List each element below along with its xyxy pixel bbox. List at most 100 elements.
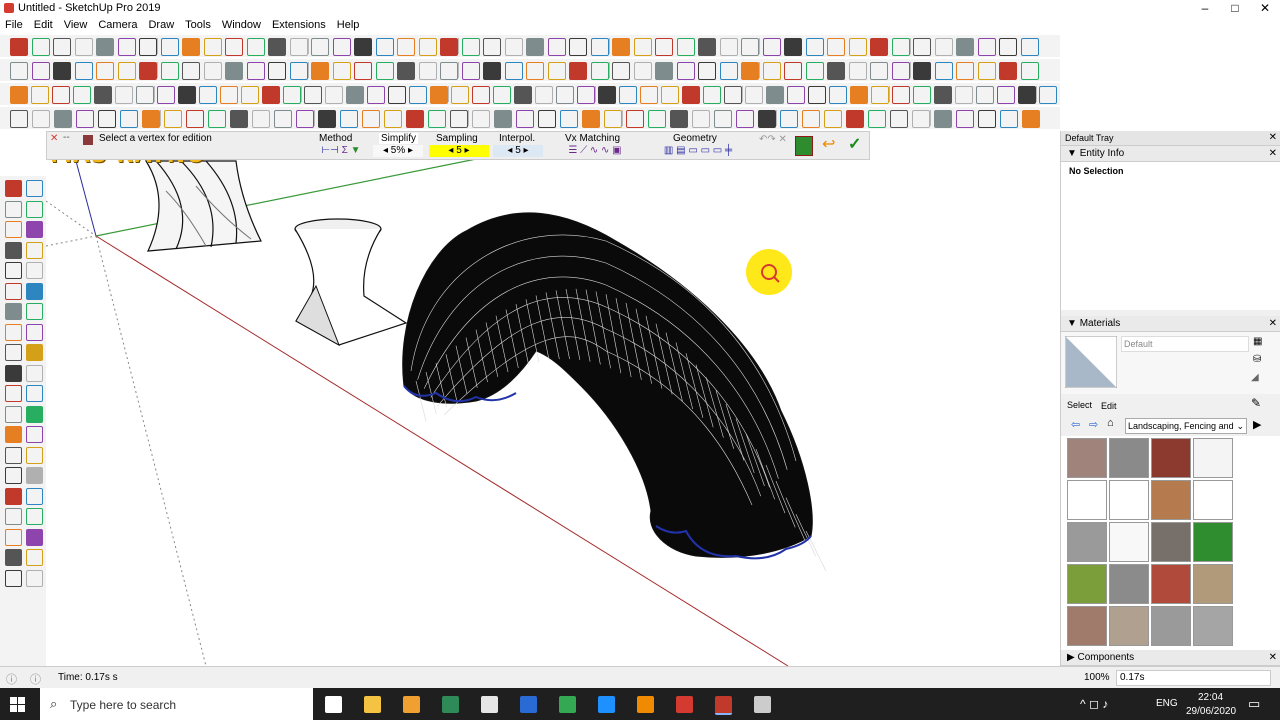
- toolbar-tool-icon[interactable]: [956, 110, 974, 128]
- toolbar-tool-icon[interactable]: [346, 86, 364, 104]
- material-swatch[interactable]: [1193, 522, 1233, 562]
- left-tool-icon[interactable]: [26, 508, 43, 525]
- left-tool-icon[interactable]: [5, 467, 22, 484]
- toolbar-tool-icon[interactable]: [430, 86, 448, 104]
- toolbar-tool-icon[interactable]: [805, 62, 824, 80]
- toolbar-tool-icon[interactable]: [913, 62, 931, 80]
- toolbar-tool-icon[interactable]: [208, 110, 226, 128]
- left-tool-icon[interactable]: [5, 446, 22, 464]
- app-icon[interactable]: [754, 696, 771, 713]
- minimize-button[interactable]: –: [1190, 0, 1220, 17]
- toolbar-tool-icon[interactable]: [220, 86, 238, 104]
- toolbar-tool-icon[interactable]: [384, 110, 402, 128]
- toolbar-tool-icon[interactable]: [714, 110, 732, 128]
- material-swatch[interactable]: [1067, 564, 1107, 604]
- toolbar-tool-icon[interactable]: [160, 62, 179, 80]
- toolbar-tool-icon[interactable]: [268, 38, 286, 56]
- toolbar-tool-icon[interactable]: [762, 62, 781, 80]
- model-viewport[interactable]: MAS RATNO: [46, 131, 1058, 666]
- file-explorer-icon[interactable]: [364, 696, 381, 713]
- plugin-close-icon[interactable]: ✕: [50, 133, 58, 144]
- toolbar-tool-icon[interactable]: [827, 38, 845, 56]
- left-tool-icon[interactable]: [26, 549, 43, 566]
- left-tool-icon[interactable]: [26, 467, 43, 484]
- left-tool-icon[interactable]: [26, 344, 43, 361]
- left-tool-icon[interactable]: [5, 180, 22, 197]
- toolbar-tool-icon[interactable]: [870, 62, 888, 80]
- toolbar-tool-icon[interactable]: [556, 86, 574, 104]
- toolbar-tool-icon[interactable]: [483, 38, 501, 56]
- toolbar-tool-icon[interactable]: [719, 62, 738, 80]
- sketchup-icon[interactable]: [715, 696, 732, 715]
- store-icon[interactable]: [481, 696, 498, 713]
- toolbar-tool-icon[interactable]: [850, 86, 868, 104]
- exit-icon[interactable]: [795, 136, 813, 156]
- toolbar-tool-icon[interactable]: [829, 86, 847, 104]
- toolbar-tool-icon[interactable]: [741, 38, 759, 56]
- toolbar-tool-icon[interactable]: [10, 62, 28, 80]
- toolbar-tool-icon[interactable]: [268, 62, 286, 80]
- toolbar-tool-icon[interactable]: [354, 38, 372, 56]
- toolbar-tool-icon[interactable]: [612, 38, 630, 56]
- toolbar-tool-icon[interactable]: [493, 86, 511, 104]
- toolbar-tool-icon[interactable]: [504, 38, 523, 56]
- material-swatch[interactable]: [1151, 564, 1191, 604]
- toolbar-tool-icon[interactable]: [934, 86, 952, 104]
- toolbar-tool-icon[interactable]: [230, 110, 248, 128]
- toolbar-tool-icon[interactable]: [203, 38, 222, 56]
- toolbar-tool-icon[interactable]: [1020, 38, 1039, 56]
- toolbar-tool-icon[interactable]: [547, 38, 566, 56]
- toolbar-tool-icon[interactable]: [633, 38, 652, 56]
- toolbar-tool-icon[interactable]: [999, 38, 1017, 56]
- toolbar-tool-icon[interactable]: [978, 110, 996, 128]
- left-tool-icon[interactable]: [5, 262, 22, 279]
- toolbar-tool-icon[interactable]: [182, 62, 200, 80]
- forward-arrow-icon[interactable]: ⇨: [1089, 418, 1098, 431]
- material-swatch[interactable]: [1193, 606, 1233, 646]
- toolbar-tool-icon[interactable]: [283, 86, 301, 104]
- toolbar-tool-icon[interactable]: [418, 38, 437, 56]
- interpol-field[interactable]: ◂ 5 ▸: [493, 145, 543, 157]
- left-tool-icon[interactable]: [5, 282, 22, 300]
- toolbar-tool-icon[interactable]: [868, 110, 886, 128]
- details-arrow-icon[interactable]: ▶: [1253, 418, 1261, 431]
- left-tool-icon[interactable]: [26, 528, 43, 546]
- back-arrow-icon[interactable]: ↩: [822, 134, 835, 154]
- toolbar-tool-icon[interactable]: [182, 38, 200, 56]
- material-swatch[interactable]: [1151, 480, 1191, 520]
- hourglass-model[interactable]: [294, 218, 408, 347]
- toolbar-tool-icon[interactable]: [418, 62, 437, 80]
- material-swatch[interactable]: [1067, 480, 1107, 520]
- toolbar-tool-icon[interactable]: [311, 38, 329, 56]
- library-select[interactable]: Landscaping, Fencing and ⌄: [1125, 418, 1247, 434]
- toolbar-tool-icon[interactable]: [538, 110, 556, 128]
- toolbar-tool-icon[interactable]: [1020, 62, 1039, 80]
- material-swatch[interactable]: [1193, 438, 1233, 478]
- toolbar-tool-icon[interactable]: [870, 38, 888, 56]
- toolbar-tool-icon[interactable]: [719, 38, 738, 56]
- left-tool-icon[interactable]: [26, 426, 43, 443]
- home-icon[interactable]: ⌂: [1107, 417, 1114, 429]
- toolbar-tool-icon[interactable]: [787, 86, 805, 104]
- toolbar-tool-icon[interactable]: [252, 110, 270, 128]
- toolbar-tool-icon[interactable]: [784, 38, 802, 56]
- material-swatch[interactable]: [1109, 522, 1149, 562]
- toolbar-tool-icon[interactable]: [397, 62, 415, 80]
- toolbar-tool-icon[interactable]: [912, 110, 930, 128]
- clock-time[interactable]: 22:04: [1198, 692, 1223, 703]
- toolbar-tool-icon[interactable]: [848, 62, 867, 80]
- menu-draw[interactable]: Draw: [143, 17, 180, 34]
- toolbar-tool-icon[interactable]: [977, 38, 996, 56]
- toolbar-tool-icon[interactable]: [367, 86, 385, 104]
- sampling-field[interactable]: ◂ 5 ▸: [429, 145, 489, 157]
- toolbar-tool-icon[interactable]: [10, 38, 28, 56]
- toolbar-tool-icon[interactable]: [74, 62, 93, 80]
- info-icon[interactable]: ⓘ: [30, 671, 41, 687]
- materials-close-icon[interactable]: ✕: [1269, 316, 1277, 331]
- toolbar-tool-icon[interactable]: [54, 110, 72, 128]
- left-tool-icon[interactable]: [5, 487, 22, 505]
- menu-help[interactable]: Help: [332, 17, 366, 34]
- toolbar-tool-icon[interactable]: [96, 38, 114, 56]
- toolbar-tool-icon[interactable]: [10, 110, 28, 128]
- clock-date[interactable]: 29/06/2020: [1186, 706, 1236, 717]
